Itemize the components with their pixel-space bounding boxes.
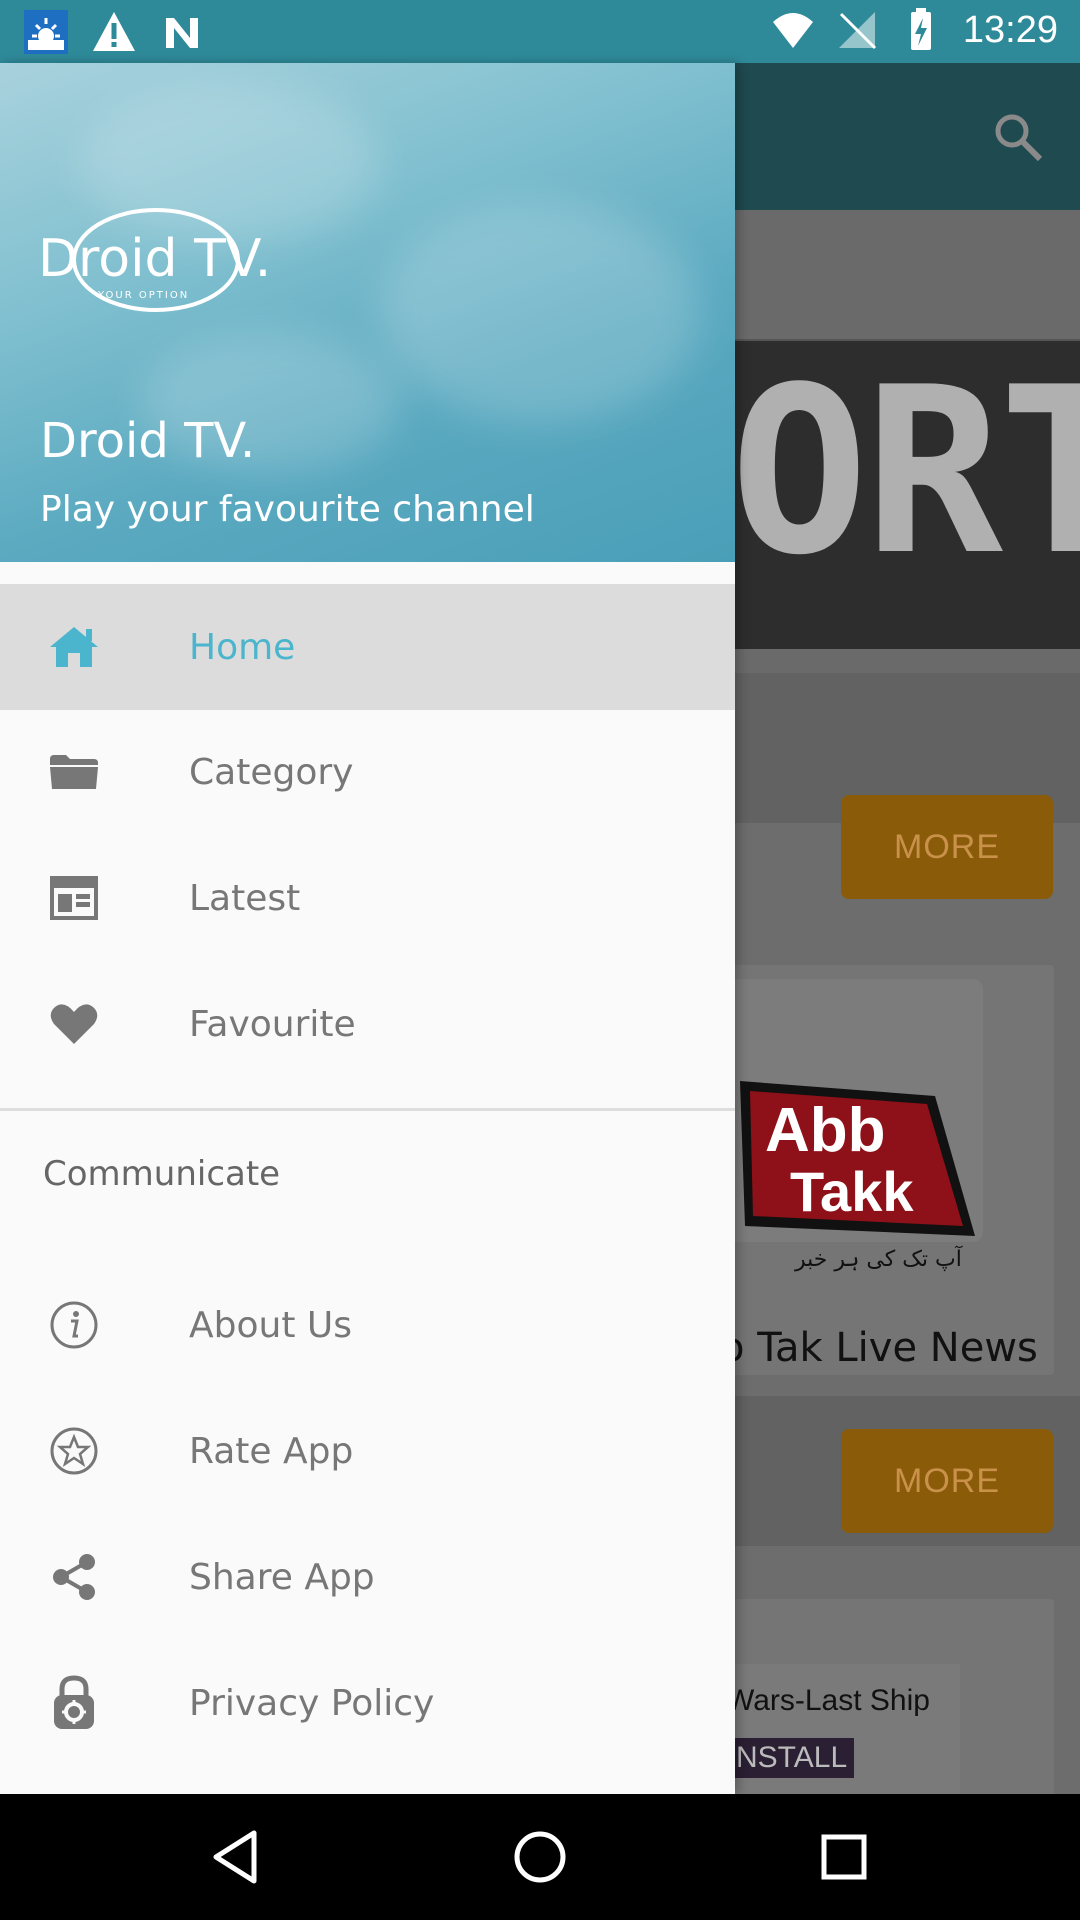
recents-icon[interactable] [814,1827,874,1887]
more-button[interactable]: MORE [841,1429,1053,1533]
system-nav-bar [0,1794,1080,1920]
battery-charging-icon [910,8,931,50]
menu-item-label: Favourite [189,1003,356,1045]
menu-item-label: Share App [189,1556,375,1598]
menu-item-label: Home [189,626,296,668]
menu-item-label: About Us [189,1304,352,1346]
back-icon[interactable] [206,1827,266,1887]
folder-icon [46,744,102,800]
clock: 13:29 [962,8,1058,51]
navigation-drawer: Droid TV. YOUR OPTION Droid TV. Play you… [0,63,735,1794]
drawer-header: Droid TV. YOUR OPTION Droid TV. Play you… [0,63,735,562]
info-icon [46,1297,102,1353]
share-icon [46,1549,102,1605]
heart-icon [46,996,102,1052]
menu-item-category[interactable]: Category [0,709,735,835]
home-icon [46,619,102,675]
menu-item-rate-app[interactable]: Rate App [0,1388,735,1514]
menu-item-label: Latest [189,877,301,919]
menu-item-share-app[interactable]: Share App [0,1514,735,1640]
channel-title: o Tak Live News [720,1325,1038,1371]
menu-item-home[interactable]: Home [0,584,735,710]
menu-item-about-us[interactable]: About Us [0,1262,735,1388]
menu-item-label: Privacy Policy [189,1682,435,1724]
star-icon [46,1423,102,1479]
abbtakk-logo: Abb Takk آپ تک کی ہر خبر [740,1081,975,1272]
section-title-communicate: Communicate [43,1154,281,1194]
ad-title: Wars-Last Ship [726,1684,930,1717]
drawer-title: Droid TV. [40,413,256,469]
search-icon[interactable] [990,109,1046,165]
drawer-subtitle: Play your favourite channel [40,489,535,530]
calendar-icon [46,870,102,926]
weather-icon [24,10,68,54]
abbtakk-logo-line2: Takk [790,1160,914,1223]
wifi-icon [772,13,813,48]
menu-divider [0,1108,735,1111]
warning-icon [93,12,135,51]
no-signal-icon [838,12,876,50]
menu-item-favourite[interactable]: Favourite [0,961,735,1087]
banner-text: ORTS [730,339,1080,606]
menu-item-privacy-policy[interactable]: Privacy Policy [0,1640,735,1766]
menu-item-label: Category [189,751,354,793]
lock-icon [46,1675,102,1731]
logo-tagline: YOUR OPTION [97,290,189,301]
droid-tv-logo: Droid TV. YOUR OPTION [38,208,271,312]
menu-item-label: Rate App [189,1430,354,1472]
home-circle-icon[interactable] [510,1827,570,1887]
abbtakk-logo-tagline: آپ تک کی ہر خبر [794,1245,963,1272]
abbtakk-logo-line1: Abb [765,1096,886,1165]
status-bar: 13:29 [0,0,1080,63]
menu-item-latest[interactable]: Latest [0,835,735,961]
more-button[interactable]: MORE [841,795,1053,899]
n-logo-icon [166,18,198,48]
logo-text: Droid TV. [38,229,271,289]
